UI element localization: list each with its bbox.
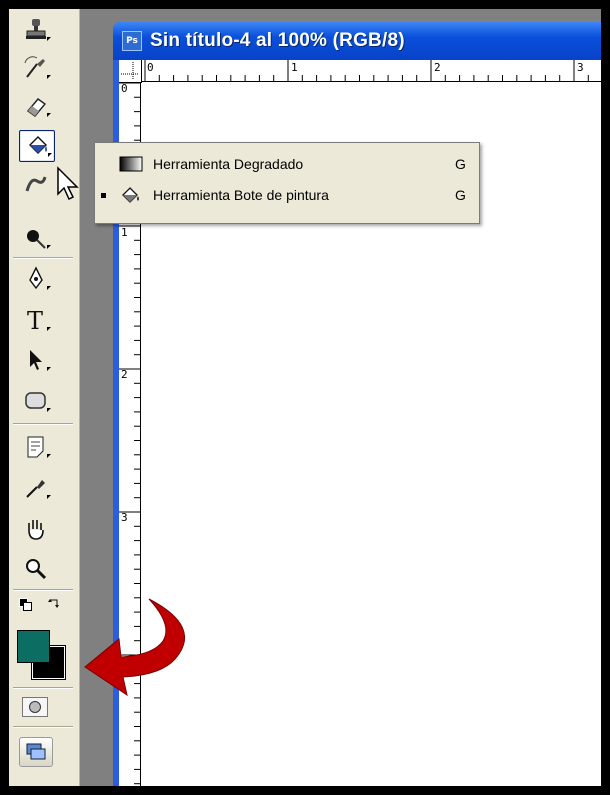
gradient-icon bbox=[119, 156, 143, 172]
clone-stamp-icon[interactable] bbox=[19, 15, 53, 45]
type-icon[interactable]: T bbox=[19, 305, 53, 335]
ruler-origin[interactable] bbox=[119, 60, 142, 83]
document-title: Sin título-4 al 100% (RGB/8) bbox=[150, 30, 405, 51]
ruler-label: 1 bbox=[121, 226, 128, 239]
eraser-icon[interactable] bbox=[19, 91, 53, 121]
screen-mode-icon[interactable] bbox=[19, 737, 53, 767]
ruler-label: 0 bbox=[147, 61, 154, 74]
selected-indicator bbox=[101, 192, 106, 198]
foreground-color-swatch[interactable] bbox=[17, 630, 50, 663]
document-titlebar[interactable]: Ps Sin título-4 al 100% (RGB/8) bbox=[113, 22, 601, 60]
quick-mask-icon[interactable] bbox=[22, 697, 48, 717]
ruler-label: 0 bbox=[121, 82, 128, 95]
paint-bucket-icon[interactable] bbox=[19, 130, 55, 162]
ruler-label: 3 bbox=[121, 511, 128, 524]
ruler-label: 2 bbox=[434, 61, 441, 74]
menu-item-shortcut: G bbox=[455, 187, 466, 203]
toolbox: T bbox=[9, 9, 80, 786]
pen-icon[interactable] bbox=[19, 264, 53, 294]
annotation-arrow-icon bbox=[84, 598, 185, 697]
zoom-icon[interactable] bbox=[19, 554, 53, 584]
dodge-icon[interactable] bbox=[19, 223, 53, 253]
path-selection-icon[interactable] bbox=[19, 345, 53, 375]
horizontal-ruler[interactable]: 0 1 2 3 bbox=[119, 60, 601, 82]
blur-icon[interactable] bbox=[19, 169, 53, 199]
menu-item-paint-bucket-tool[interactable]: Herramienta Bote de pintura G bbox=[95, 180, 479, 210]
shape-icon[interactable] bbox=[19, 386, 53, 416]
tool-flyout-menu: Herramienta Degradado G Herramienta Bote… bbox=[94, 142, 480, 224]
menu-item-label: Herramienta Bote de pintura bbox=[153, 187, 329, 203]
photoshop-icon: Ps bbox=[122, 31, 142, 51]
notes-icon[interactable] bbox=[19, 432, 53, 462]
ruler-label: 3 bbox=[577, 61, 584, 74]
ruler-label: 1 bbox=[291, 61, 298, 74]
screenshot-frame: T Ps Sin título-4 al 100% (RGB/8) 0 1 2 … bbox=[9, 9, 601, 786]
ruler-label: 2 bbox=[121, 368, 128, 381]
menu-item-label: Herramienta Degradado bbox=[153, 156, 304, 172]
hand-icon[interactable] bbox=[19, 514, 53, 544]
history-brush-icon[interactable] bbox=[19, 53, 53, 83]
menu-item-shortcut: G bbox=[455, 156, 466, 172]
paint-bucket-icon bbox=[122, 187, 139, 203]
eyedropper-icon[interactable] bbox=[19, 473, 53, 503]
swap-colors-icon[interactable] bbox=[47, 598, 61, 612]
default-colors-icon[interactable] bbox=[19, 598, 32, 611]
menu-item-gradient-tool[interactable]: Herramienta Degradado G bbox=[95, 149, 479, 179]
svg-text:T: T bbox=[27, 307, 43, 333]
mouse-cursor-icon bbox=[57, 166, 79, 201]
